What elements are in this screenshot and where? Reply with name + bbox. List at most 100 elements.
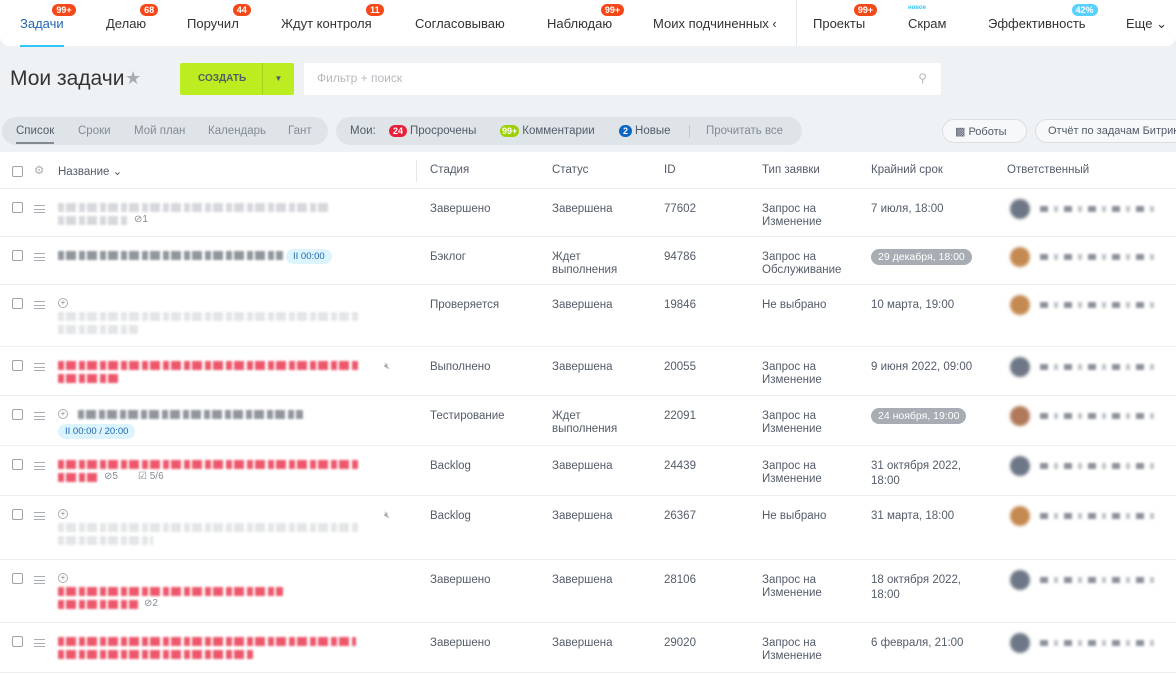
table-row[interactable]: Завершено Завершена 29020 Запрос на Изменен… (0, 623, 1176, 673)
deadline-cell[interactable]: 6 февраля, 21:00 (871, 636, 991, 651)
menu-icon[interactable] (34, 462, 45, 470)
column-request-type[interactable]: Тип заявки (762, 164, 820, 176)
read-all-link[interactable]: Прочитать все (706, 125, 783, 137)
row-checkbox[interactable] (12, 459, 23, 470)
task-title[interactable] (58, 460, 358, 469)
table-row[interactable]: + 🔇︎ Backlog Завершена 26367 Не выбрано 31 мар… (0, 496, 1176, 560)
chevron-left-icon[interactable]: ‹ (772, 16, 776, 31)
task-title[interactable] (58, 203, 328, 212)
task-title[interactable] (58, 473, 98, 482)
table-row[interactable]: + Проверяется Завершена 19846 Не выбрано 10 м… (0, 285, 1176, 347)
add-subtask-icon[interactable]: + (58, 573, 68, 583)
request-type-cell[interactable]: Запрос на Изменение (762, 203, 852, 229)
deadline-cell[interactable]: 9 июня 2022, 09:00 (871, 360, 991, 375)
menu-icon[interactable] (34, 512, 45, 520)
view-my-plan[interactable]: Мой план (134, 125, 185, 137)
task-title[interactable] (58, 650, 253, 659)
menu-icon[interactable] (34, 576, 45, 584)
avatar[interactable] (1010, 456, 1030, 476)
row-checkbox[interactable] (12, 360, 23, 371)
avatar[interactable] (1010, 570, 1030, 590)
view-deadlines[interactable]: Сроки (78, 125, 111, 137)
deadline-cell[interactable]: 18 октября 2022, 18:00 (871, 573, 991, 603)
topnav-item[interactable]: Моих подчиненных ‹ (653, 16, 777, 31)
overdue-filter[interactable]: 24 Просрочены (389, 125, 476, 137)
request-type-cell[interactable]: Запрос на Обслуживание (762, 251, 852, 277)
mute-icon[interactable]: 🔇︎ (384, 510, 390, 521)
add-subtask-icon[interactable]: + (58, 298, 68, 308)
mute-icon[interactable]: 🔇︎ (384, 361, 390, 372)
stage-cell[interactable]: Тестирование (430, 410, 505, 423)
deadline-cell[interactable]: 24 ноября, 19:00 (871, 408, 991, 424)
view-calendar[interactable]: Календарь (208, 125, 266, 137)
deadline-cell[interactable]: 10 марта, 19:00 (871, 298, 991, 313)
responsible-name[interactable] (1040, 577, 1160, 583)
avatar[interactable] (1010, 247, 1030, 267)
avatar[interactable] (1010, 406, 1030, 426)
view-gantt[interactable]: Гант (288, 125, 312, 137)
request-type-cell[interactable]: Запрос на Изменение (762, 637, 852, 663)
task-title[interactable] (58, 374, 118, 383)
request-type-cell[interactable]: Запрос на Изменение (762, 361, 852, 387)
avatar[interactable] (1010, 357, 1030, 377)
row-checkbox[interactable] (12, 636, 23, 647)
column-name[interactable]: Название ⌄ (58, 164, 122, 178)
row-checkbox[interactable] (12, 409, 23, 420)
new-filter[interactable]: 2 Новые (619, 125, 671, 137)
deadline-cell[interactable]: 31 октября 2022, 18:00 (871, 459, 991, 489)
stage-cell[interactable]: Проверяется (430, 299, 499, 312)
gear-icon[interactable]: ⚙ (34, 163, 44, 177)
timer[interactable]: II 00:00 / 20:00 (58, 424, 136, 439)
topnav-item[interactable]: Задачи 99+ (20, 4, 76, 47)
table-row[interactable]: + ⊘2 Завершено Завершена 28106 Запрос на Изме… (0, 560, 1176, 623)
add-subtask-icon[interactable]: + (58, 509, 68, 519)
checklist-count[interactable]: ☑ 5/6 (138, 471, 164, 482)
column-id[interactable]: ID (664, 164, 676, 176)
column-responsible[interactable]: Ответственный (1007, 164, 1089, 176)
task-title[interactable] (58, 361, 358, 370)
deadline-cell[interactable]: 29 декабря, 18:00 (871, 249, 991, 265)
request-type-cell[interactable]: Не выбрано (762, 510, 852, 523)
menu-icon[interactable] (34, 639, 45, 647)
responsible-name[interactable] (1040, 206, 1160, 212)
responsible-name[interactable] (1040, 513, 1160, 519)
attachments-count[interactable]: ⊘2 (144, 598, 158, 609)
table-row[interactable]: ⊘1 Завершено Завершена 77602 Запрос на Измен… (0, 189, 1176, 237)
topnav-item[interactable]: Еще ⌄ (1126, 16, 1167, 32)
request-type-cell[interactable]: Не выбрано (762, 299, 852, 312)
row-checkbox[interactable] (12, 509, 23, 520)
topnav-item[interactable]: Проекты 99+ (813, 4, 878, 31)
create-dropdown-icon[interactable]: ▼ (262, 63, 294, 95)
responsible-name[interactable] (1040, 302, 1160, 308)
task-title[interactable] (58, 325, 138, 334)
avatar[interactable] (1010, 633, 1030, 653)
menu-icon[interactable] (34, 301, 45, 309)
row-checkbox[interactable] (12, 202, 23, 213)
comments-filter[interactable]: 99+ Комментарии (500, 125, 595, 137)
column-deadline[interactable]: Крайний срок (871, 164, 943, 176)
stage-cell[interactable]: Backlog (430, 460, 471, 473)
responsible-name[interactable] (1040, 413, 1160, 419)
column-stage[interactable]: Стадия (430, 164, 469, 176)
stage-cell[interactable]: Завершено (430, 637, 490, 650)
table-row[interactable]: 🔇︎ Выполнено Завершена 20055 Запрос на Измен… (0, 347, 1176, 396)
task-title[interactable] (58, 251, 283, 260)
topnav-item[interactable]: Эффективность 42% (988, 4, 1098, 31)
attachments-count[interactable]: ⊘1 (134, 214, 148, 225)
task-title[interactable] (58, 536, 153, 545)
robots-button[interactable]: ▩ Роботы (942, 119, 1027, 143)
row-checkbox[interactable] (12, 573, 23, 584)
stage-cell[interactable]: Завершено (430, 574, 490, 587)
row-checkbox[interactable] (12, 298, 23, 309)
avatar[interactable] (1010, 295, 1030, 315)
report-button[interactable]: Отчёт по задачам Битрикс24 (1035, 119, 1176, 143)
add-subtask-icon[interactable]: + (58, 409, 68, 419)
stage-cell[interactable]: Бэклог (430, 251, 466, 264)
view-list[interactable]: Список (16, 125, 55, 144)
avatar[interactable] (1010, 506, 1030, 526)
star-icon[interactable]: ★ (125, 68, 141, 89)
task-title[interactable] (58, 600, 138, 609)
task-title[interactable] (58, 523, 358, 532)
menu-icon[interactable] (34, 253, 45, 261)
menu-icon[interactable] (34, 363, 45, 371)
